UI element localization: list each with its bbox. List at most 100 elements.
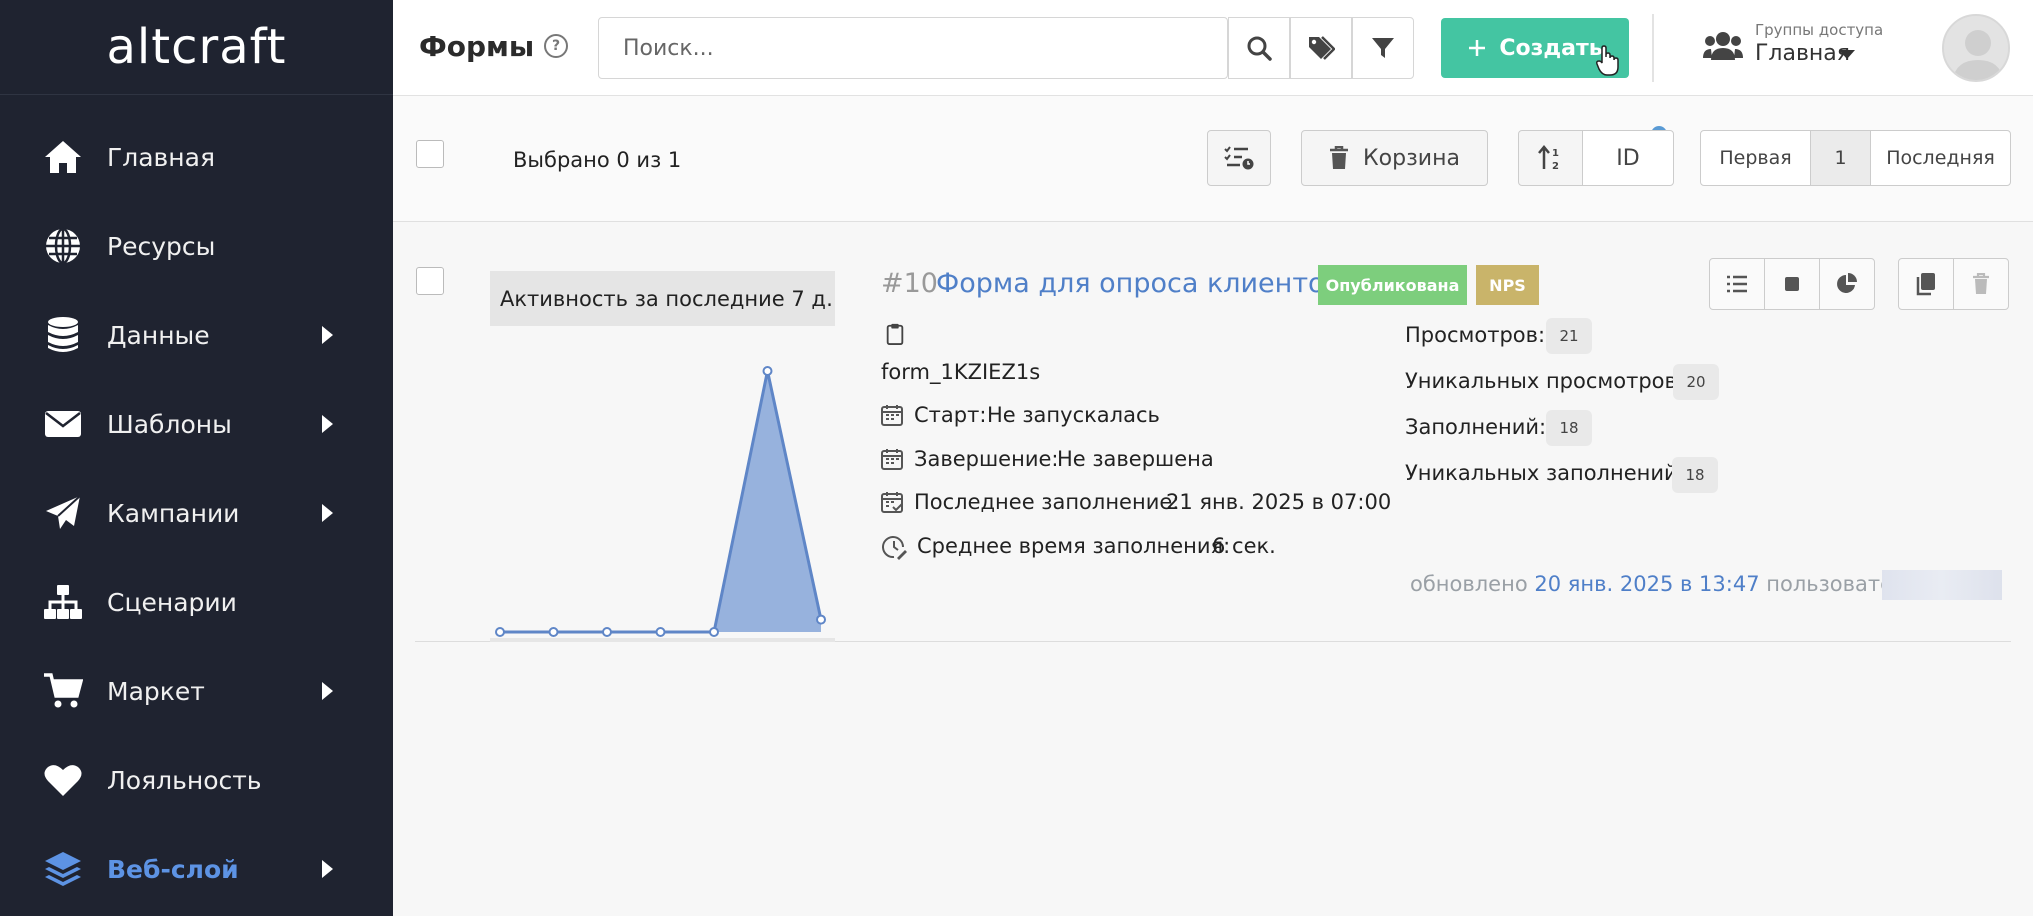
sitemap-icon xyxy=(42,581,84,623)
avg-time-value: 6 сек. xyxy=(1212,534,1276,558)
help-icon[interactable]: ? xyxy=(544,34,568,58)
sidebar-item-label: Шаблоны xyxy=(107,409,232,439)
avg-time-label: Среднее время заполнения: xyxy=(917,534,1231,558)
filter-button[interactable] xyxy=(1352,17,1414,79)
activity-chart xyxy=(490,366,835,642)
chart-baseline xyxy=(490,638,835,642)
chevron-right-icon xyxy=(322,415,333,433)
logo-text: altcraft xyxy=(106,19,287,75)
svg-text:2: 2 xyxy=(1552,161,1559,171)
caret-down-icon[interactable] xyxy=(1839,50,1855,59)
database-icon xyxy=(42,314,84,356)
chevron-right-icon xyxy=(322,504,333,522)
sidebar-item-resources[interactable]: Ресурсы xyxy=(0,211,393,281)
search-button[interactable] xyxy=(1228,17,1290,79)
clipboard-icon[interactable] xyxy=(884,323,906,345)
chart-point-5[interactable] xyxy=(762,366,773,376)
envelope-icon xyxy=(42,403,84,445)
sidebar-item-campaigns[interactable]: Кампании xyxy=(0,478,393,548)
chevron-right-icon xyxy=(322,326,333,344)
search-input[interactable] xyxy=(599,18,1229,78)
sort-icon: 12 xyxy=(1537,145,1559,171)
stat-label-unique-views: Уникальных просмотров: xyxy=(1405,369,1684,393)
copy-button[interactable] xyxy=(1898,258,1954,310)
avatar[interactable] xyxy=(1942,14,2010,82)
sidebar-item-label: Веб-слой xyxy=(107,854,239,884)
header: Формы ? Создать Группы доступа Главная xyxy=(393,0,2033,96)
chart-point-4[interactable] xyxy=(709,627,719,637)
logo[interactable]: altcraft xyxy=(0,0,393,95)
sidebar-item-market[interactable]: Маркет xyxy=(0,656,393,726)
form-name-link[interactable]: Форма для опроса клиентов xyxy=(936,268,1341,299)
stat-value-unique-fills: 18 xyxy=(1672,457,1718,493)
sidebar-item-loyalty[interactable]: Лояльность xyxy=(0,745,393,815)
sidebar-item-data[interactable]: Данные xyxy=(0,300,393,370)
status-badge: Опубликована xyxy=(1318,265,1467,305)
sort-direction-button[interactable]: 12 xyxy=(1518,130,1583,186)
page-title: Формы xyxy=(419,30,535,63)
sidebar-item-scenarios[interactable]: Сценарии xyxy=(0,567,393,637)
form-row-checkbox[interactable] xyxy=(416,267,444,295)
sidebar-item-label: Лояльность xyxy=(107,765,262,795)
sidebar-item-templates[interactable]: Шаблоны xyxy=(0,389,393,459)
pagination-last[interactable]: Последняя xyxy=(1870,130,2011,186)
sidebar-item-home[interactable]: Главная xyxy=(0,122,393,192)
paper-plane-icon xyxy=(42,492,84,534)
search-box xyxy=(598,17,1229,79)
chart-title: Активность за последние 7 д… xyxy=(490,271,835,326)
chart-point-1[interactable] xyxy=(548,627,559,637)
checklist-clock-icon xyxy=(1224,146,1254,170)
heart-icon xyxy=(42,759,84,801)
stat-label-fills: Заполнений: xyxy=(1405,415,1547,439)
trash-icon xyxy=(1973,273,1989,294)
delete-button[interactable] xyxy=(1953,258,2009,310)
calendar-end-icon xyxy=(881,449,903,470)
statistics-button[interactable] xyxy=(1819,258,1875,310)
cart-icon xyxy=(42,670,84,712)
search-icon xyxy=(1247,36,1272,61)
last-fill-value: 21 янв. 2025 в 07:00 xyxy=(1166,490,1392,514)
plus-icon xyxy=(1469,40,1486,56)
chevron-right-icon xyxy=(322,860,333,878)
updated-prefix: обновлено xyxy=(1410,572,1528,596)
pagination-last-label: Последняя xyxy=(1886,147,1995,169)
pagination-current[interactable]: 1 xyxy=(1810,130,1871,186)
sidebar-item-label: Кампании xyxy=(107,498,240,528)
sidebar-item-web-layer[interactable]: Веб-слой xyxy=(0,834,393,904)
stat-label-unique-fills: Уникальных заполнений: xyxy=(1405,461,1685,485)
start-label: Старт: xyxy=(914,403,987,427)
list-view-button[interactable] xyxy=(1709,258,1765,310)
tags-button[interactable] xyxy=(1290,17,1352,79)
calendar-icon xyxy=(881,405,903,426)
divider xyxy=(1652,14,1654,82)
pagination-current-label: 1 xyxy=(1834,147,1847,169)
bulk-actions-button[interactable] xyxy=(1207,130,1271,186)
chart-point-2[interactable] xyxy=(602,627,612,637)
stop-button[interactable] xyxy=(1764,258,1820,310)
select-all-checkbox[interactable] xyxy=(416,140,444,168)
stat-value-unique-views: 20 xyxy=(1673,364,1719,400)
sidebar-item-label: Главная xyxy=(107,142,215,172)
list-toolbar: Выбрано 0 из 1 Корзина 12 ID Первая 1 По… xyxy=(393,96,2033,222)
hand-cursor-icon xyxy=(1596,45,1619,76)
pie-chart-icon xyxy=(1837,273,1857,293)
sidebar-item-label: Маркет xyxy=(107,676,205,706)
trash-icon xyxy=(1330,146,1349,169)
access-groups-select[interactable]: Главная xyxy=(1755,41,1850,66)
stop-icon xyxy=(1785,277,1799,291)
blurred-username xyxy=(1882,570,2002,600)
chart-point-0[interactable] xyxy=(495,627,505,637)
home-icon xyxy=(42,136,84,178)
sidebar: altcraft Главная Ресурсы Данные Шаблоны … xyxy=(0,0,393,916)
trash-button[interactable]: Корзина xyxy=(1301,130,1488,186)
chart-point-6[interactable] xyxy=(816,614,826,625)
chart-point-3[interactable] xyxy=(655,627,666,637)
trash-label: Корзина xyxy=(1363,145,1460,171)
type-badge: NPS xyxy=(1476,265,1539,305)
sidebar-item-label: Данные xyxy=(107,320,210,350)
globe-icon xyxy=(42,225,84,267)
pagination-first[interactable]: Первая xyxy=(1700,130,1811,186)
updated-info: обновлено 20 янв. 2025 в 13:47 пользоват… xyxy=(1410,572,1935,596)
layers-icon xyxy=(42,848,84,890)
sort-field-button[interactable]: ID xyxy=(1582,130,1674,186)
